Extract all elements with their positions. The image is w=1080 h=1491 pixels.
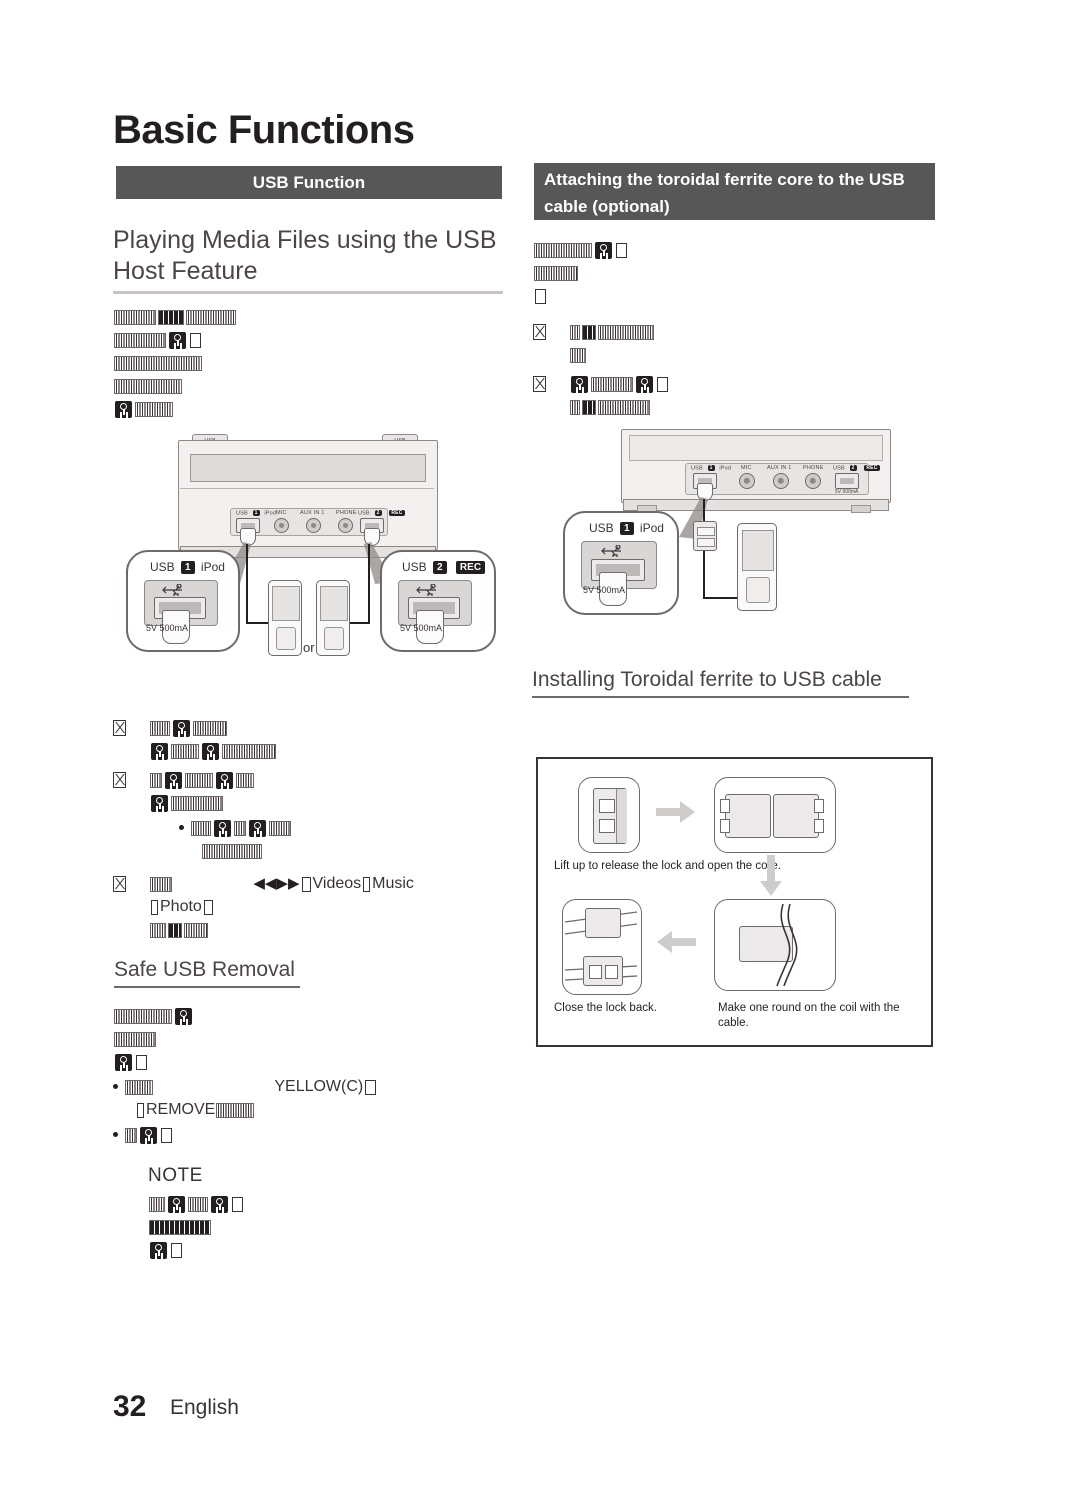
step-marker-icon bbox=[533, 372, 569, 395]
ferrite-core-wrapped bbox=[585, 908, 621, 938]
safe-removal-text: YELLOW(C) REMOVE bbox=[113, 1004, 513, 1146]
diagram-usb-ferrite-connection: USB 1 iPod MIC AUX IN 1 PHONE USB 2 REC … bbox=[533, 425, 935, 665]
heading-playing-media-files: Playing Media Files using the USB Host F… bbox=[113, 226, 497, 285]
cable-to-player-h bbox=[703, 597, 737, 600]
ferrite-step-2-cell bbox=[714, 777, 836, 853]
divider-safe-removal bbox=[114, 986, 300, 988]
callout-power-label-1: 5V 500mA bbox=[146, 623, 189, 633]
display-text-yellow: YELLOW(C) bbox=[274, 1078, 364, 1095]
left-steps-list: ◀◀▶▶ Videos Music Photo bbox=[113, 716, 513, 943]
callout-label-usb1: USB 1 iPod bbox=[150, 560, 225, 575]
ferrite-step-4-cell bbox=[714, 899, 836, 991]
callout-power-label: 5V 500mA bbox=[583, 585, 626, 595]
player-control-pad bbox=[276, 626, 296, 650]
media-player-left bbox=[268, 580, 302, 656]
cable-coil-path bbox=[776, 904, 798, 986]
bullet-icon bbox=[113, 1131, 118, 1137]
ferrite-core-closed bbox=[593, 788, 627, 844]
cable-left-h bbox=[246, 622, 268, 624]
step-sub-bullet bbox=[149, 816, 513, 839]
ferrite-caption-3: Make one round on the coil with the cabl… bbox=[718, 1002, 900, 1029]
fast-forward-icon: ▶▶ bbox=[276, 875, 300, 892]
ferrite-caption-2: Close the lock back. bbox=[554, 1002, 657, 1014]
divider-installing bbox=[532, 696, 909, 698]
media-type-photo: Photo bbox=[160, 898, 202, 915]
inline-badge-icon bbox=[115, 400, 132, 418]
safe-removal-bullet bbox=[113, 1123, 513, 1146]
divider-playing bbox=[113, 291, 503, 294]
arrow-left-icon bbox=[657, 931, 696, 953]
heading-safe-usb-removal: Safe USB Removal bbox=[114, 958, 295, 981]
note-text bbox=[148, 1192, 508, 1261]
diagram-usb-connection-two-ports: USB USB USB 1 iPod MIC AUX IN 1 PHONE US… bbox=[118, 432, 503, 664]
bullet-icon bbox=[179, 824, 184, 830]
arrow-right-icon bbox=[656, 801, 695, 823]
step-marker-icon bbox=[533, 320, 569, 343]
or-label: or bbox=[303, 640, 315, 655]
step-item: ◀◀▶▶ Videos Music Photo bbox=[113, 872, 513, 941]
page-title: Basic Functions bbox=[113, 108, 415, 152]
player-control-pad bbox=[324, 626, 344, 650]
inline-badge-icon bbox=[169, 331, 186, 349]
display-text-remove: REMOVE bbox=[146, 1101, 216, 1118]
page-number: 32 bbox=[113, 1390, 147, 1423]
safe-removal-bullet: YELLOW(C) bbox=[113, 1075, 513, 1098]
right-steps-list bbox=[533, 320, 933, 420]
manual-page: Basic Functions USB Function Playing Med… bbox=[0, 0, 1080, 1491]
bullet-icon bbox=[113, 1083, 118, 1089]
media-type-videos: Videos bbox=[312, 875, 362, 892]
step-marker-icon bbox=[113, 716, 149, 739]
ferrite-step-1-cell bbox=[578, 777, 640, 853]
ferrite-step-3-cell bbox=[562, 899, 642, 995]
ferrite-core-half-left bbox=[720, 794, 771, 838]
usb-symbol-icon-2 bbox=[416, 584, 436, 596]
callout-power-label-2: 5V 500mA bbox=[400, 623, 443, 633]
callout-label-usb1: USB 1 iPod bbox=[589, 521, 664, 536]
media-type-music: Music bbox=[372, 875, 414, 892]
note-label: NOTE bbox=[148, 1165, 203, 1186]
player-screen bbox=[741, 530, 775, 571]
player-screen bbox=[272, 586, 300, 622]
ferrite-core-half-right bbox=[773, 794, 824, 838]
callout-label-usb2: USB 2 REC bbox=[402, 560, 488, 575]
right-intro-text bbox=[533, 238, 933, 307]
ferrite-core-on-cable bbox=[693, 521, 717, 551]
arrow-down-icon bbox=[760, 855, 782, 896]
rewind-icon: ◀◀ bbox=[253, 875, 277, 892]
player-control-pad bbox=[746, 577, 770, 604]
cable-right-h bbox=[348, 622, 370, 624]
cable-right bbox=[368, 544, 370, 624]
step-item bbox=[113, 768, 513, 862]
usb-symbol-icon bbox=[601, 545, 621, 557]
media-player bbox=[737, 523, 777, 611]
step-item bbox=[533, 320, 933, 366]
ferrite-core-locked bbox=[583, 956, 623, 986]
usb-symbol-icon-1 bbox=[162, 584, 182, 596]
cable-left bbox=[246, 544, 248, 624]
section-bar-ferrite-core: Attaching the toroidal ferrite core to t… bbox=[534, 163, 935, 220]
step-marker-icon bbox=[113, 872, 149, 895]
page-language: English bbox=[170, 1396, 239, 1419]
player-screen bbox=[320, 586, 348, 622]
section-bar-usb-function: USB Function bbox=[116, 166, 502, 199]
ferrite-instruction-panel: Lift up to release the lock and open the… bbox=[536, 757, 933, 1047]
step-item bbox=[113, 716, 513, 762]
heading-installing-toroidal-ferrite: Installing Toroidal ferrite to USB cable bbox=[532, 668, 882, 691]
step-marker-icon bbox=[113, 768, 149, 791]
step-item bbox=[533, 372, 933, 418]
media-player-right bbox=[316, 580, 350, 656]
left-intro-text bbox=[113, 305, 513, 420]
